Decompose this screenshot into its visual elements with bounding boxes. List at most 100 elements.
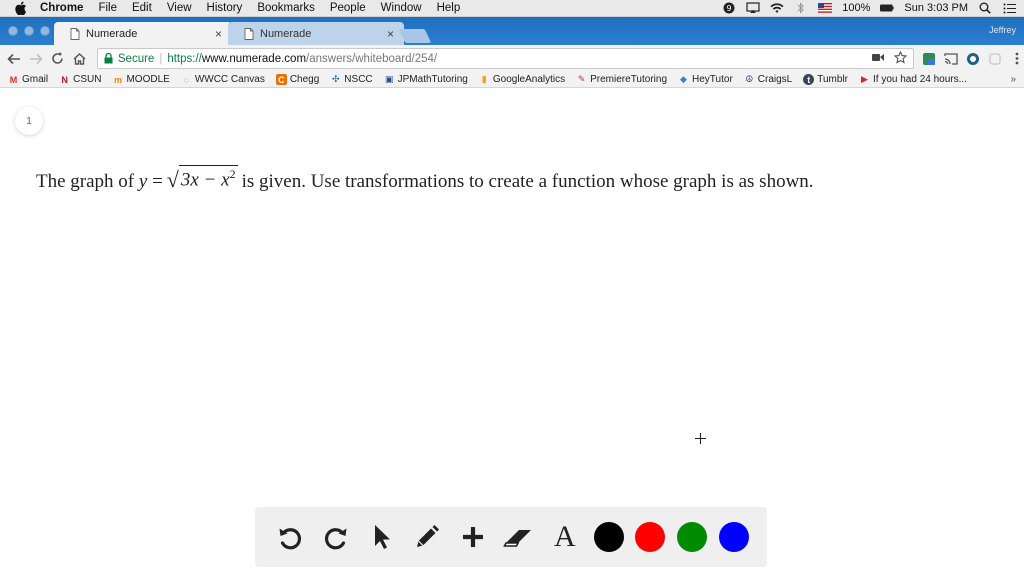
select-arrow-icon[interactable] <box>365 520 399 554</box>
chegg-icon: C <box>275 74 287 85</box>
square-root-expression: √ 3x − x2 <box>167 165 238 191</box>
page-icon <box>70 27 80 40</box>
window-controls <box>8 26 50 36</box>
gmail-icon: M <box>9 74 18 85</box>
tab-numerade-active[interactable]: Numerade × <box>54 22 232 45</box>
equals-sign: = <box>152 171 163 193</box>
svg-text:9: 9 <box>727 4 732 13</box>
menu-people[interactable]: People <box>330 2 366 14</box>
moodle-icon: m <box>113 74 122 85</box>
url-scheme: https:// <box>167 52 202 65</box>
pencil-icon[interactable] <box>410 520 444 554</box>
bookmark-csun[interactable]: N CSUN <box>59 74 101 85</box>
close-window-button[interactable] <box>8 26 18 36</box>
new-tab-button[interactable] <box>398 29 432 43</box>
wifi-icon[interactable] <box>770 2 784 14</box>
spotlight-icon[interactable] <box>978 2 992 14</box>
menu-window[interactable]: Window <box>381 2 422 14</box>
close-tab-icon[interactable]: × <box>387 27 394 41</box>
youtube-icon: ▶ <box>861 74 868 84</box>
address-bar[interactable]: Secure | https:// www.numerade.com /answ… <box>96 48 914 69</box>
menu-bookmarks[interactable]: Bookmarks <box>257 2 315 14</box>
menu-chrome[interactable]: Chrome <box>40 2 83 14</box>
bookmark-gmail[interactable]: M Gmail <box>8 74 48 85</box>
bookmark-craigsl[interactable]: ☮ CraigsL <box>744 74 792 85</box>
heytutor-icon: ◆ <box>680 74 687 84</box>
extension-green-icon[interactable] <box>922 52 936 66</box>
bookmark-moodle[interactable]: m MOODLE <box>112 74 170 85</box>
bookmarks-overflow-button[interactable]: » <box>1010 74 1016 85</box>
url-separator: | <box>159 52 163 65</box>
drawing-toolbar: A <box>255 507 767 567</box>
canvas-icon: ◌ <box>183 74 189 85</box>
bookmark-wwcc-canvas[interactable]: ◌ WWCC Canvas <box>181 74 265 85</box>
color-red-swatch[interactable] <box>635 522 666 552</box>
menu-help[interactable]: Help <box>437 2 461 14</box>
tab-numerade-inactive[interactable]: Numerade × <box>228 22 404 45</box>
home-icon[interactable] <box>69 48 91 70</box>
color-green-swatch[interactable] <box>677 522 708 552</box>
page-icon <box>244 27 254 40</box>
menu-view[interactable]: View <box>167 2 192 14</box>
radical-sign: √ <box>166 167 179 193</box>
crosshair-cursor-icon <box>695 431 706 447</box>
cast-icon[interactable] <box>944 52 958 66</box>
minimize-window-button[interactable] <box>24 26 34 36</box>
url-path: /answers/whiteboard/254/ <box>306 52 438 65</box>
whiteboard-canvas[interactable]: 1 The graph of y = √ 3x − x2 is given. U… <box>0 89 1024 578</box>
variable-y: y <box>138 171 148 193</box>
redo-icon[interactable] <box>319 520 353 554</box>
battery-icon[interactable] <box>880 2 895 14</box>
browser-toolbar: Secure | https:// www.numerade.com /answ… <box>0 45 1024 72</box>
premiere-icon: ✎ <box>577 74 586 84</box>
bookmark-jpmathtutoring[interactable]: ▣ JPMathTutoring <box>384 74 468 85</box>
jpmath-icon: ▣ <box>384 74 394 84</box>
problem-prefix: The graph of <box>36 171 135 193</box>
bookmark-nscc[interactable]: ✣ NSCC <box>330 74 373 85</box>
menu-file[interactable]: File <box>98 2 117 14</box>
bluetooth-icon[interactable] <box>794 2 808 14</box>
color-blue-swatch[interactable] <box>719 522 750 552</box>
tab-title: Numerade <box>260 27 312 40</box>
back-icon[interactable] <box>3 48 25 70</box>
plus-icon[interactable] <box>456 520 490 554</box>
tumblr-icon: t <box>803 74 815 85</box>
problem-suffix: is given. Use transformations to create … <box>241 171 814 193</box>
zoom-window-button[interactable] <box>40 26 50 36</box>
menubar-clock[interactable]: Sun 3:03 PM <box>904 2 968 14</box>
apple-icon[interactable] <box>14 1 28 15</box>
bookmark-tumblr[interactable]: t Tumblr <box>803 74 848 85</box>
menu-history[interactable]: History <box>207 2 243 14</box>
url-host: www.numerade.com <box>201 52 307 65</box>
tab-title: Numerade <box>86 27 138 40</box>
csun-icon: N <box>61 74 68 85</box>
extension-blank-icon[interactable] <box>988 52 1002 66</box>
camera-icon[interactable] <box>871 53 884 65</box>
notification-center-icon[interactable] <box>1002 2 1016 14</box>
airplay-icon[interactable] <box>746 2 760 14</box>
text-tool-icon[interactable]: A <box>548 520 582 554</box>
extension-circle-icon[interactable] <box>966 52 980 66</box>
color-black-swatch[interactable] <box>593 522 624 552</box>
close-tab-icon[interactable]: × <box>215 27 222 41</box>
bookmark-premieretutoring[interactable]: ✎ PremiereTutoring <box>576 74 667 85</box>
reload-icon[interactable] <box>47 48 69 70</box>
tab-strip: Numerade × Numerade × Jeffrey <box>0 17 1024 45</box>
profile-name[interactable]: Jeffrey <box>989 25 1016 35</box>
us-flag-icon[interactable] <box>818 2 833 14</box>
bookmark-chegg[interactable]: C Chegg <box>275 74 319 85</box>
chrome-menu-icon[interactable] <box>1010 52 1024 66</box>
lock-icon[interactable] <box>104 52 114 64</box>
page-number-badge[interactable]: 1 <box>15 107 43 135</box>
undo-icon[interactable] <box>273 520 307 554</box>
vpn-icon[interactable]: 9 <box>722 2 736 14</box>
forward-icon[interactable] <box>25 48 47 70</box>
battery-percent: 100% <box>842 2 871 14</box>
menu-edit[interactable]: Edit <box>132 2 152 14</box>
bookmark-star-icon[interactable] <box>893 50 908 67</box>
bookmark-youtube-video[interactable]: ▶ If you had 24 hours... <box>859 74 967 85</box>
eraser-icon[interactable] <box>502 520 536 554</box>
analytics-icon: ▮ <box>481 74 487 84</box>
bookmark-googleanalytics[interactable]: ▮ GoogleAnalytics <box>479 74 565 85</box>
bookmark-heytutor[interactable]: ◆ HeyTutor <box>678 74 733 85</box>
